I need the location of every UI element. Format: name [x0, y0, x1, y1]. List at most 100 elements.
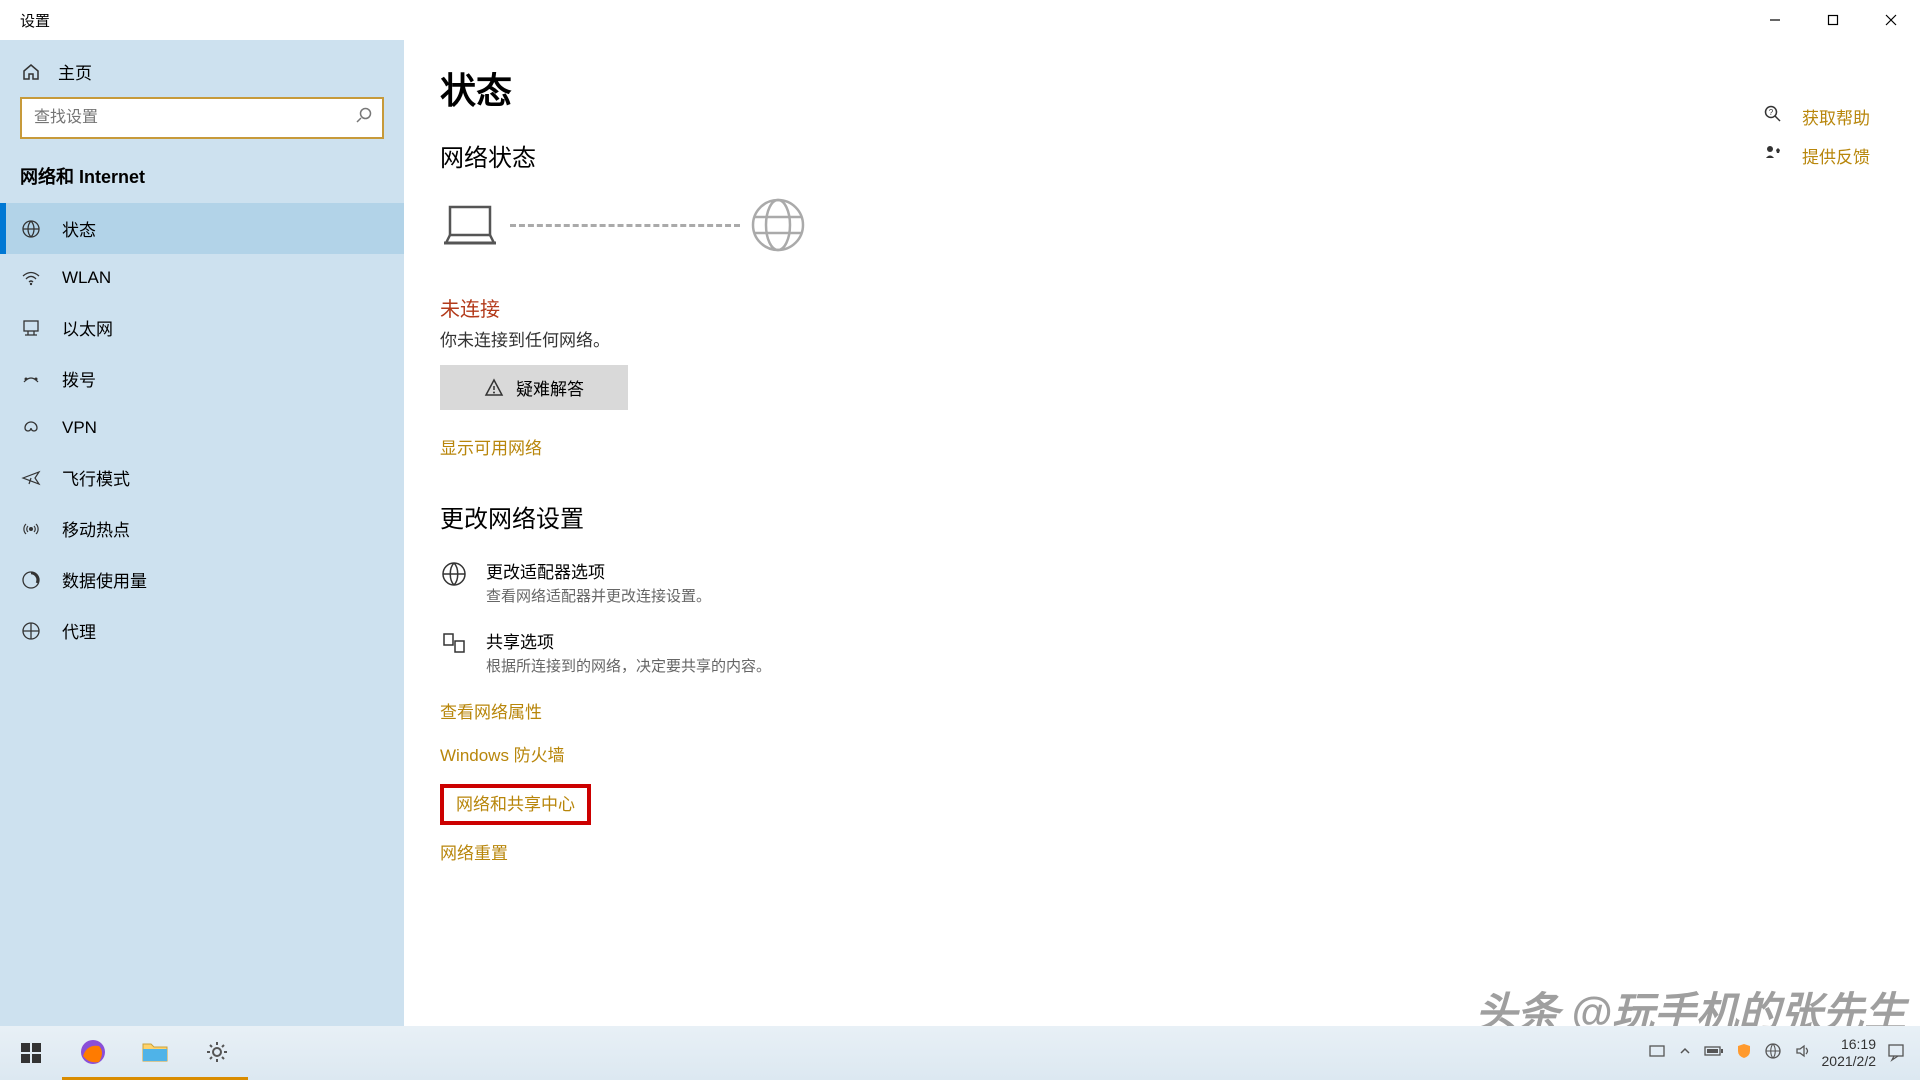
- maximize-button[interactable]: [1804, 0, 1862, 40]
- minimize-button[interactable]: [1746, 0, 1804, 40]
- view-props-link[interactable]: 查看网络属性: [440, 698, 1884, 723]
- tray-app-icon[interactable]: [1648, 1042, 1666, 1065]
- svg-text:?: ?: [1769, 108, 1774, 117]
- data-usage-icon: [20, 569, 42, 591]
- sidebar-item-status[interactable]: 状态: [0, 203, 404, 254]
- adapter-desc: 查看网络适配器并更改连接设置。: [486, 585, 711, 606]
- sidebar-item-label: 状态: [62, 216, 96, 241]
- search-input[interactable]: [20, 97, 384, 139]
- taskbar-settings[interactable]: [186, 1026, 248, 1080]
- sidebar: 主页 网络和 Internet 状态 WLAN: [0, 40, 404, 1040]
- wifi-icon: [20, 267, 42, 289]
- page-title: 状态: [440, 62, 1884, 114]
- sharing-options-row[interactable]: 共享选项 根据所连接到的网络，决定要共享的内容。: [440, 628, 1884, 676]
- taskbar-time: 16:19: [1822, 1036, 1877, 1053]
- laptop-icon: [440, 201, 500, 249]
- sharing-icon: [440, 630, 468, 658]
- taskbar-date: 2021/2/2: [1822, 1053, 1877, 1070]
- taskbar-clock[interactable]: 16:19 2021/2/2: [1822, 1036, 1877, 1070]
- windows-icon: [20, 1042, 42, 1064]
- taskbar: 16:19 2021/2/2: [0, 1026, 1920, 1080]
- battery-icon[interactable]: [1704, 1044, 1724, 1063]
- sidebar-item-vpn[interactable]: VPN: [0, 404, 404, 452]
- window-title: 设置: [20, 10, 50, 31]
- section-change-settings: 更改网络设置: [440, 499, 1884, 534]
- feedback-link[interactable]: 提供反馈: [1764, 143, 1870, 168]
- feedback-icon: [1764, 144, 1784, 167]
- troubleshoot-label: 疑难解答: [516, 375, 584, 400]
- adapter-title: 更改适配器选项: [486, 558, 711, 583]
- taskbar-right: 16:19 2021/2/2: [1648, 1036, 1920, 1070]
- window-controls: [1746, 0, 1920, 40]
- search-wrap: [0, 97, 404, 155]
- globe-large-icon: [750, 197, 806, 253]
- sidebar-home-label: 主页: [58, 59, 92, 84]
- sidebar-item-label: 数据使用量: [62, 567, 147, 592]
- get-help-label: 获取帮助: [1802, 104, 1870, 129]
- taskbar-firefox[interactable]: [62, 1026, 124, 1080]
- sharing-center-link[interactable]: 网络和共享中心: [456, 790, 575, 815]
- search-icon: [356, 107, 372, 128]
- sidebar-item-label: 代理: [62, 618, 96, 643]
- tray-shield-icon[interactable]: [1736, 1043, 1752, 1064]
- sidebar-item-label: 拨号: [62, 366, 96, 391]
- ethernet-icon: [20, 317, 42, 339]
- firefox-icon: [79, 1038, 107, 1066]
- tray-icons: [1648, 1042, 1812, 1065]
- network-diagram: [440, 197, 1884, 253]
- not-connected-desc: 你未连接到任何网络。: [440, 326, 1884, 351]
- sidebar-item-label: 以太网: [62, 315, 113, 340]
- titlebar: 设置: [0, 0, 1920, 40]
- volume-icon[interactable]: [1794, 1042, 1812, 1065]
- network-tray-icon[interactable]: [1764, 1042, 1782, 1065]
- close-icon: [1885, 14, 1897, 26]
- minimize-icon: [1769, 14, 1781, 26]
- folder-icon: [141, 1040, 169, 1064]
- sidebar-home[interactable]: 主页: [0, 46, 404, 97]
- troubleshoot-button[interactable]: 疑难解答: [440, 365, 628, 410]
- sidebar-item-wlan[interactable]: WLAN: [0, 254, 404, 302]
- home-icon: [20, 61, 42, 83]
- network-reset-link[interactable]: 网络重置: [440, 839, 1884, 864]
- settings-window: 设置 主页: [0, 0, 1920, 1040]
- maximize-icon: [1827, 14, 1839, 26]
- firewall-link[interactable]: Windows 防火墙: [440, 741, 1884, 766]
- sharing-desc: 根据所连接到的网络，决定要共享的内容。: [486, 655, 771, 676]
- chevron-up-icon[interactable]: [1678, 1044, 1692, 1063]
- get-help-link[interactable]: ? 获取帮助: [1764, 104, 1870, 129]
- sidebar-item-dialup[interactable]: 拨号: [0, 353, 404, 404]
- sidebar-item-label: 移动热点: [62, 516, 130, 541]
- sidebar-item-ethernet[interactable]: 以太网: [0, 302, 404, 353]
- sidebar-group-title: 网络和 Internet: [0, 155, 404, 203]
- adapter-options-row[interactable]: 更改适配器选项 查看网络适配器并更改连接设置。: [440, 558, 1884, 606]
- gear-icon: [204, 1039, 230, 1065]
- airplane-icon: [20, 467, 42, 489]
- show-networks-link[interactable]: 显示可用网络: [440, 434, 1884, 459]
- warning-icon: [484, 378, 504, 398]
- sidebar-item-label: WLAN: [62, 268, 111, 288]
- start-button[interactable]: [0, 1026, 62, 1080]
- hotspot-icon: [20, 518, 42, 540]
- sharing-title: 共享选项: [486, 628, 771, 653]
- taskbar-explorer[interactable]: [124, 1026, 186, 1080]
- sidebar-item-hotspot[interactable]: 移动热点: [0, 503, 404, 554]
- help-links: ? 获取帮助 提供反馈: [1764, 104, 1870, 168]
- sidebar-item-airplane[interactable]: 飞行模式: [0, 452, 404, 503]
- highlight-annotation: 网络和共享中心: [440, 784, 591, 825]
- sidebar-item-label: VPN: [62, 418, 97, 438]
- sidebar-item-data-usage[interactable]: 数据使用量: [0, 554, 404, 605]
- close-button[interactable]: [1862, 0, 1920, 40]
- content: 状态 网络状态 未连接 你未连接到任何网络。 疑难解答 显示可用网络 更改网络设…: [404, 40, 1920, 1040]
- connection-line: [510, 224, 740, 227]
- feedback-label: 提供反馈: [1802, 143, 1870, 168]
- adapter-icon: [440, 560, 468, 588]
- taskbar-left: [0, 1026, 248, 1080]
- globe-icon: [20, 218, 42, 240]
- not-connected-title: 未连接: [440, 293, 1884, 322]
- action-center-icon[interactable]: [1886, 1042, 1906, 1065]
- dialup-icon: [20, 368, 42, 390]
- section-network-status: 网络状态: [440, 138, 1884, 173]
- sidebar-item-proxy[interactable]: 代理: [0, 605, 404, 656]
- window-body: 主页 网络和 Internet 状态 WLAN: [0, 40, 1920, 1040]
- proxy-icon: [20, 620, 42, 642]
